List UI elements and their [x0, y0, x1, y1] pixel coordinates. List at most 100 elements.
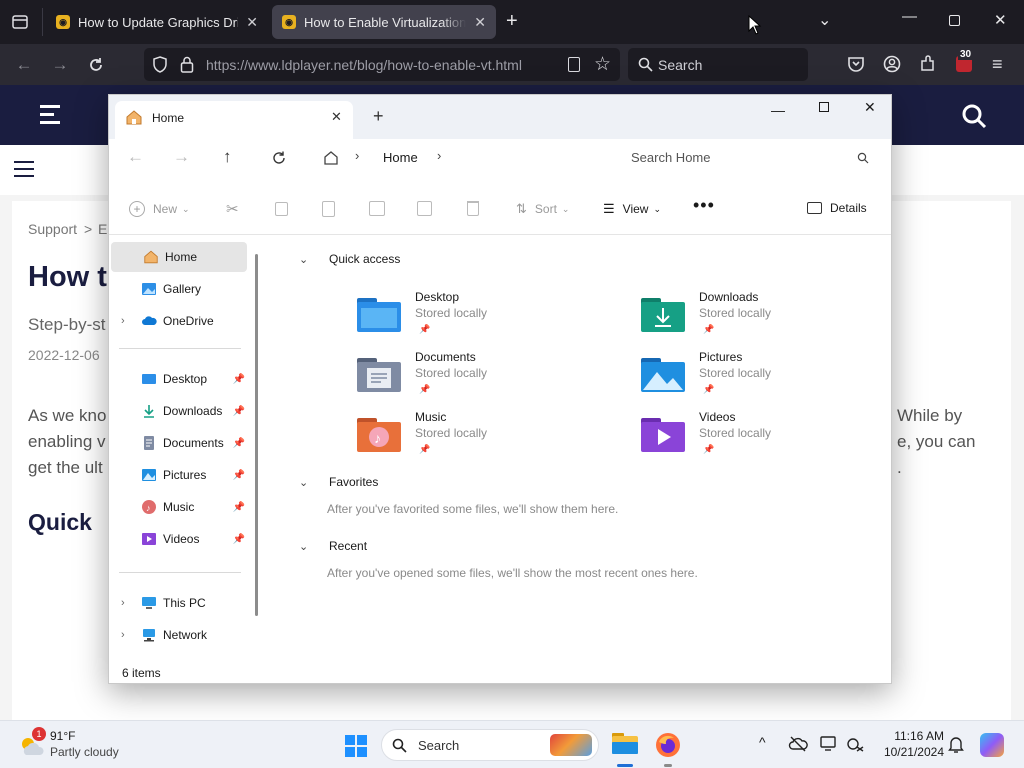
rename-icon[interactable] [369, 201, 385, 216]
maximize-icon[interactable] [819, 102, 829, 112]
minimize-icon[interactable]: — [771, 102, 785, 118]
pocket-icon[interactable] [847, 56, 865, 73]
forward-arrow-icon[interactable]: → [173, 147, 190, 167]
forward-button[interactable]: → [48, 53, 72, 77]
reader-view-icon[interactable] [568, 57, 580, 72]
display-icon[interactable] [820, 735, 838, 752]
favorites-header[interactable]: ⌄ Favorites [299, 475, 378, 489]
pin-icon[interactable]: 📌 [233, 438, 245, 449]
details-button[interactable]: Details [807, 201, 867, 215]
sort-button[interactable]: ⇅ Sort ⌄ [516, 201, 569, 217]
weather-widget[interactable]: 1 91°F Partly cloudy [14, 727, 134, 763]
quick-access-documents[interactable]: Documents Stored locally 📌 [357, 350, 597, 406]
account-icon[interactable] [883, 55, 901, 73]
quick-access-downloads[interactable]: Downloads Stored locally 📌 [641, 290, 881, 346]
explorer-tab-home[interactable]: Home ✕ [115, 101, 353, 139]
quick-access-videos[interactable]: Videos Stored locally 📌 [641, 410, 881, 466]
site-menu-icon[interactable] [40, 105, 60, 124]
address-bar[interactable]: › Home › [309, 139, 605, 175]
sidebar-item-onedrive[interactable]: › OneDrive [119, 306, 247, 336]
copy-icon[interactable] [275, 202, 288, 216]
new-tab-icon[interactable]: + [373, 106, 384, 127]
bookmark-star-icon[interactable]: ☆ [594, 53, 611, 76]
search-bar[interactable]: Search [628, 48, 808, 81]
chevron-down-icon[interactable]: ⌄ [299, 540, 313, 553]
clock[interactable]: 11:16 AM 10/21/2024 [874, 729, 944, 763]
onedrive-offline-icon[interactable] [788, 735, 808, 753]
pin-icon[interactable]: 📌 [233, 502, 245, 513]
sidebar-item-network[interactable]: › Network [119, 620, 247, 650]
close-window-icon[interactable]: ✕ [864, 99, 876, 116]
close-tab-icon[interactable]: ✕ [331, 109, 342, 125]
sidebar-item-desktop[interactable]: Desktop 📌 [119, 364, 247, 394]
copilot-icon[interactable] [980, 733, 1004, 757]
taskbar-search-box[interactable]: Search [381, 729, 599, 761]
sidebar-item-music[interactable]: ♪ Music 📌 [119, 492, 247, 522]
show-hidden-icons-chevron-icon[interactable]: ^ [759, 734, 766, 750]
windows-start-icon[interactable] [344, 734, 368, 758]
pin-icon[interactable]: 📌 [233, 406, 245, 417]
pin-icon[interactable]: 📌 [233, 534, 245, 545]
chevron-right-icon[interactable]: › [437, 148, 441, 163]
notification-bell-icon[interactable] [948, 735, 964, 753]
view-button[interactable]: ☰ View ⌄ [603, 201, 661, 217]
address-crumb-home[interactable]: Home [383, 150, 418, 165]
refresh-icon[interactable] [271, 150, 287, 166]
computer-icon [142, 597, 156, 609]
maximize-icon[interactable] [949, 15, 960, 26]
sidebar-item-pictures[interactable]: Pictures 📌 [119, 460, 247, 490]
breadcrumb-support[interactable]: Support [28, 221, 77, 237]
sidebar-item-home[interactable]: Home [111, 242, 247, 272]
close-tab-icon[interactable]: ✕ [246, 14, 258, 31]
sidebar-item-this-pc[interactable]: › This PC [119, 588, 247, 618]
up-arrow-icon[interactable]: ↑ [223, 147, 232, 167]
url-text[interactable]: https://www.ldplayer.net/blog/how-to-ena… [206, 57, 522, 73]
quick-access-music[interactable]: ♪ Music Stored locally 📌 [357, 410, 597, 466]
pin-icon[interactable]: 📌 [233, 374, 245, 385]
chevron-down-icon[interactable]: ⌄ [299, 476, 313, 489]
quick-access-desktop[interactable]: Desktop Stored locally 📌 [357, 290, 597, 346]
firefox-taskbar-icon[interactable] [655, 732, 681, 758]
new-button[interactable]: + New ⌄ [129, 201, 190, 217]
list-all-tabs-icon[interactable]: ⌄ [818, 10, 831, 30]
share-icon[interactable] [417, 201, 432, 216]
url-bar[interactable]: https://www.ldplayer.net/blog/how-to-ena… [144, 48, 620, 81]
search-home-box[interactable]: Search Home [615, 139, 881, 175]
close-window-icon[interactable]: ✕ [994, 11, 1007, 29]
recent-header[interactable]: ⌄ Recent [299, 539, 367, 553]
new-tab-button[interactable]: + [506, 10, 518, 33]
delete-icon[interactable] [467, 201, 479, 216]
close-tab-icon[interactable]: ✕ [474, 14, 486, 31]
file-explorer-taskbar-icon[interactable] [611, 731, 639, 757]
paste-icon[interactable] [322, 201, 335, 217]
table-of-contents-icon[interactable] [14, 161, 34, 177]
browser-tab-1[interactable]: ◉ How to Update Graphics Driver ✕ [46, 5, 268, 39]
back-arrow-icon[interactable]: ← [127, 147, 144, 167]
chevron-right-icon[interactable]: › [121, 597, 125, 609]
pin-icon[interactable]: 📌 [233, 470, 245, 481]
shield-icon[interactable] [152, 56, 168, 73]
cut-icon[interactable]: ✂ [226, 200, 239, 218]
extensions-icon[interactable] [919, 55, 937, 73]
browser-tab-2[interactable]: ◉ How to Enable Virtualization (VT) ✕ [272, 5, 496, 39]
reload-button[interactable] [84, 53, 108, 77]
sidebar-item-gallery[interactable]: Gallery [119, 274, 247, 304]
tab-overview-button[interactable] [10, 12, 30, 32]
network-disconnected-icon[interactable] [846, 736, 864, 752]
chevron-down-icon[interactable]: ⌄ [299, 253, 313, 266]
back-button[interactable]: ← [12, 53, 36, 77]
quick-access-header[interactable]: ⌄ Quick access [299, 252, 400, 266]
chevron-right-icon[interactable]: › [121, 315, 125, 327]
minimize-icon[interactable]: — [902, 8, 917, 25]
sidebar-item-downloads[interactable]: Downloads 📌 [119, 396, 247, 426]
quick-access-pictures[interactable]: Pictures Stored locally 📌 [641, 350, 881, 406]
more-options-icon[interactable]: ••• [693, 195, 715, 216]
sidebar-scrollbar[interactable] [255, 254, 258, 616]
sidebar-item-videos[interactable]: Videos 📌 [119, 524, 247, 554]
lock-icon[interactable] [180, 56, 194, 73]
chevron-right-icon[interactable]: › [121, 629, 125, 641]
breadcrumb-category[interactable]: E [98, 221, 107, 237]
sidebar-item-documents[interactable]: Documents 📌 [119, 428, 247, 458]
menu-icon[interactable]: ≡ [992, 54, 1003, 75]
site-search-icon[interactable] [961, 103, 987, 129]
